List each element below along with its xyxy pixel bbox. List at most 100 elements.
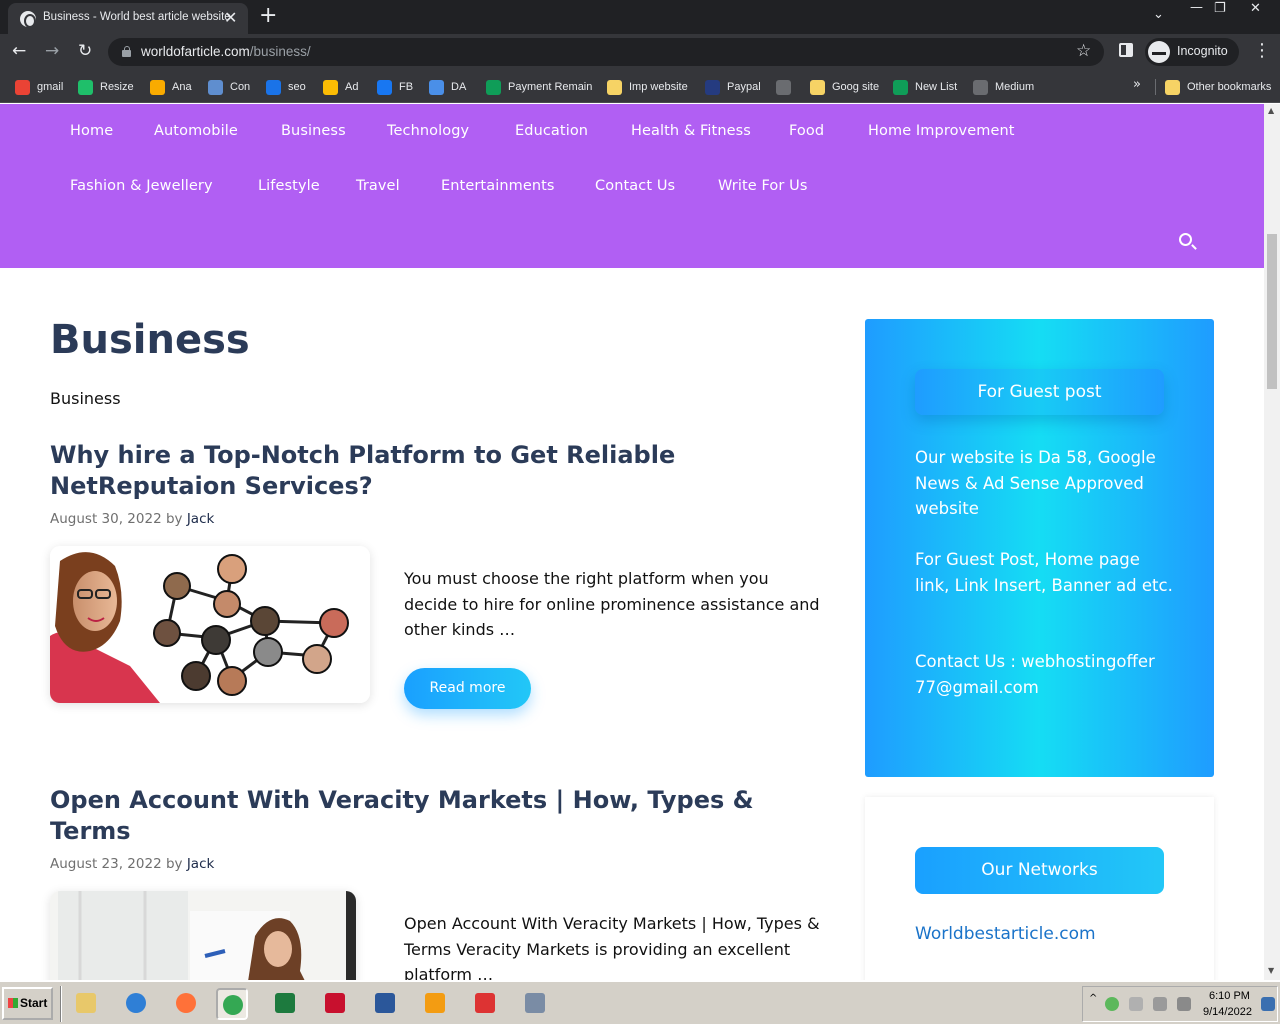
post-title-link[interactable]: Open Account With Veracity Markets | How…	[50, 785, 780, 847]
firefox-icon[interactable]	[171, 988, 203, 1020]
nav-item-health-fitness[interactable]: Health & Fitness	[631, 123, 751, 139]
office-woman-image	[50, 891, 356, 980]
bookmark-star-icon[interactable]: ☆	[1076, 41, 1091, 61]
bookmark-item[interactable]: Imp website	[607, 78, 688, 96]
nav-item-write-for-us[interactable]: Write For Us	[718, 178, 808, 194]
incognito-profile-button[interactable]: Incognito	[1145, 38, 1239, 66]
nav-item-automobile[interactable]: Automobile	[154, 123, 238, 139]
car-icon	[208, 79, 223, 95]
bookmark-item[interactable]: Medium	[973, 78, 1034, 96]
scrollbar-thumb[interactable]	[1267, 234, 1277, 389]
nav-item-entertainments[interactable]: Entertainments	[441, 178, 555, 194]
file-explorer-icon[interactable]	[71, 988, 103, 1020]
show-desktop-icon[interactable]	[1261, 997, 1275, 1011]
post-thumbnail[interactable]	[50, 546, 370, 703]
nav-item-education[interactable]: Education	[515, 123, 588, 139]
post-date: August 30, 2022	[50, 511, 162, 527]
window-restore-button[interactable]: ❐	[1214, 1, 1226, 16]
bookmark-item[interactable]	[776, 78, 798, 96]
bookmark-item[interactable]: FB	[377, 78, 413, 96]
clock-date[interactable]: 9/14/2022	[1203, 1006, 1252, 1018]
new-tab-button[interactable]: +	[259, 3, 277, 28]
volume-icon[interactable]	[1129, 997, 1143, 1011]
clock-time[interactable]: 6:10 PM	[1209, 990, 1250, 1002]
acrobat-icon[interactable]	[320, 988, 352, 1020]
internet-explorer-icon[interactable]	[121, 988, 153, 1020]
media-player-icon[interactable]	[420, 988, 452, 1020]
nav-item-contact-us[interactable]: Contact Us	[595, 178, 675, 194]
globe-icon	[20, 11, 36, 28]
browser-tab[interactable]: Business - World best article website ✕	[8, 3, 248, 34]
bookmark-item[interactable]: Payment Remain	[486, 78, 592, 96]
network-link[interactable]: Worldbestarticle.com	[915, 924, 1096, 944]
sheets-icon	[893, 79, 908, 95]
calculator-icon[interactable]	[520, 988, 552, 1020]
other-bookmarks[interactable]: Other bookmarks	[1165, 78, 1271, 96]
bookmark-item[interactable]: Ad	[323, 78, 358, 96]
page-scrollbar[interactable]: ▲ ▼	[1264, 104, 1280, 980]
browser-menu-icon[interactable]: ⋮	[1253, 40, 1271, 61]
nav-item-lifestyle[interactable]: Lifestyle	[258, 178, 320, 194]
nav-item-home-improvement[interactable]: Home Improvement	[868, 123, 1015, 139]
nav-item-home[interactable]: Home	[70, 123, 113, 139]
lock-icon[interactable]	[122, 46, 131, 57]
post-meta: August 23, 2022 by Jack	[50, 856, 214, 872]
tab-search-icon[interactable]: ⌄	[1153, 7, 1164, 22]
bookmark-item[interactable]: DA	[429, 78, 466, 96]
window-close-button[interactable]: ✕	[1250, 1, 1261, 16]
bookmark-item[interactable]: New List	[893, 78, 957, 96]
post-title-link[interactable]: Why hire a Top-Notch Platform to Get Rel…	[50, 440, 780, 502]
word-icon[interactable]	[370, 988, 402, 1020]
globe-icon	[973, 79, 988, 95]
nav-item-food[interactable]: Food	[789, 123, 824, 139]
back-button[interactable]: ←	[12, 41, 26, 61]
globe-icon	[776, 79, 791, 95]
scroll-down-arrow-icon[interactable]: ▼	[1268, 966, 1274, 975]
web-page: Home Automobile Business Technology Educatio…	[0, 104, 1264, 980]
bookmarks-overflow-button[interactable]: »	[1133, 77, 1141, 92]
reload-button[interactable]: ↻	[78, 41, 92, 61]
facebook-icon	[377, 79, 392, 95]
show-hidden-icons-icon[interactable]: ^	[1089, 993, 1097, 1004]
guest-post-widget: For Guest post Our website is Da 58, Goo…	[865, 319, 1214, 777]
read-more-button[interactable]: Read more	[404, 668, 531, 709]
bookmark-item[interactable]: Resize	[78, 78, 134, 96]
nav-item-technology[interactable]: Technology	[387, 123, 469, 139]
bookmark-item[interactable]: seo	[266, 78, 306, 96]
post-date: August 23, 2022	[50, 856, 162, 872]
post-excerpt: You must choose the right platform when …	[404, 569, 820, 639]
our-networks-button[interactable]: Our Networks	[915, 847, 1164, 894]
folder-icon	[1165, 79, 1180, 95]
address-bar[interactable]: worldofarticle.com/business/ ☆	[108, 38, 1104, 66]
start-button[interactable]: Start	[2, 987, 53, 1020]
tab-close-icon[interactable]: ✕	[224, 8, 237, 27]
post-author-link[interactable]: Jack	[187, 511, 215, 527]
post-by: by	[165, 856, 183, 872]
search-icon[interactable]	[1179, 233, 1192, 246]
google-ads-icon	[323, 79, 338, 95]
url-text[interactable]: worldofarticle.com/business/	[141, 44, 311, 59]
window-minimize-button[interactable]: —	[1190, 0, 1203, 15]
bookmark-item[interactable]: Goog site	[810, 78, 879, 96]
guest-post-button[interactable]: For Guest post	[915, 369, 1164, 415]
nav-item-fashion-jewellery[interactable]: Fashion & Jewellery	[70, 178, 213, 194]
action-center-flag-icon[interactable]	[1153, 997, 1167, 1011]
bookmark-item[interactable]: Ana	[150, 78, 192, 96]
nav-item-travel[interactable]: Travel	[356, 178, 400, 194]
signal-icon[interactable]	[1177, 997, 1191, 1011]
network-status-icon[interactable]	[1105, 997, 1119, 1011]
post-author-link[interactable]: Jack	[187, 856, 215, 872]
scroll-up-arrow-icon[interactable]: ▲	[1268, 106, 1274, 115]
bookmark-item[interactable]: Con	[208, 78, 250, 96]
browser-toolbar: ← → ↻ worldofarticle.com/business/ ☆ Inc…	[0, 34, 1280, 70]
snipping-tool-icon[interactable]	[470, 988, 502, 1020]
post-thumbnail[interactable]	[50, 891, 356, 980]
network-people-image	[50, 546, 370, 703]
nav-item-business[interactable]: Business	[281, 123, 346, 139]
bookmark-item[interactable]: Paypal	[705, 78, 761, 96]
chrome-icon[interactable]	[216, 988, 248, 1020]
excel-icon[interactable]	[270, 988, 302, 1020]
side-panel-icon[interactable]	[1119, 43, 1133, 57]
forward-button[interactable]: →	[45, 41, 59, 61]
bookmark-item[interactable]: gmail	[15, 78, 63, 96]
